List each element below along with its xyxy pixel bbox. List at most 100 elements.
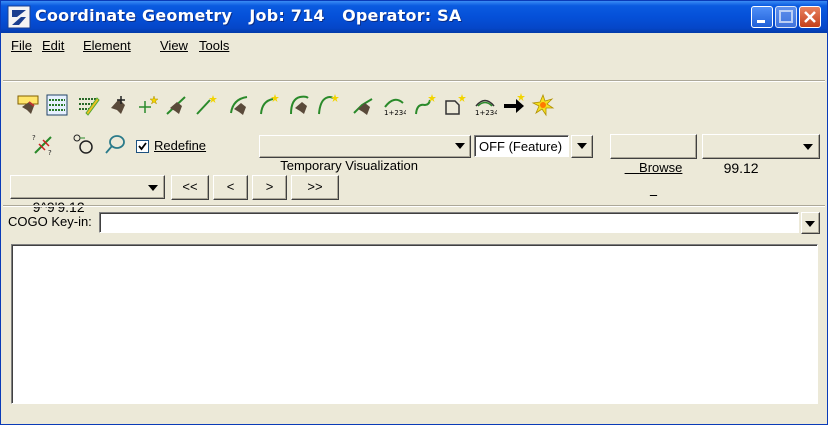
- redefine-checkbox[interactable]: [136, 140, 149, 153]
- menu-tools[interactable]: Tools: [199, 38, 229, 53]
- menu-separator: [3, 80, 825, 82]
- browse-button[interactable]: Browse: [610, 134, 697, 175]
- next-button[interactable]: >: [252, 175, 287, 200]
- locate-chain-button[interactable]: [350, 91, 377, 118]
- add-curve-button[interactable]: [254, 91, 281, 118]
- chain-station-text: 1+234: [384, 109, 406, 117]
- chevron-down-icon: [805, 221, 815, 227]
- chevron-down-icon: [148, 185, 158, 191]
- row-separator: [3, 205, 825, 207]
- add-line-icon: [195, 94, 217, 115]
- edit-point-icon: [78, 96, 100, 116]
- svg-text:?: ?: [48, 149, 52, 156]
- locate-point-icon: [110, 95, 125, 114]
- minimize-icon: [757, 20, 765, 23]
- visualization-dropdown[interactable]: Temporary Visualization: [259, 135, 471, 173]
- menu-file-label: File: [11, 38, 32, 53]
- output-area[interactable]: [11, 244, 818, 404]
- chain-stationing-button[interactable]: 1+234: [380, 91, 407, 118]
- checkmark-icon: [138, 142, 147, 151]
- menu-edit-label: Edit: [42, 38, 65, 53]
- value-field: 99.12: [723, 160, 759, 176]
- circle-points-icon: [73, 134, 93, 154]
- last-button[interactable]: >>: [291, 175, 339, 200]
- point-list-button[interactable]: [43, 91, 70, 118]
- menu-bar: File Edit Element View Tools: [3, 36, 825, 56]
- angle-value: 9^9'9.12: [32, 199, 85, 215]
- menu-element-label: Element: [83, 38, 131, 53]
- previous-button[interactable]: <: [213, 175, 248, 200]
- chevron-down-icon: [455, 143, 465, 149]
- menu-view-label: View: [160, 38, 188, 53]
- locate-spiral-button[interactable]: [286, 91, 313, 118]
- feature-value: OFF (Feature): [479, 139, 563, 154]
- edit-point-button[interactable]: [74, 91, 101, 118]
- cogo-window: Coordinate Geometry Job: 714 Operator: S…: [0, 0, 828, 425]
- add-spiral-button[interactable]: [314, 91, 341, 118]
- feature-dropdown-button[interactable]: [571, 135, 593, 158]
- close-button[interactable]: [799, 6, 821, 28]
- export-button[interactable]: [500, 91, 527, 118]
- feature-combo[interactable]: OFF (Feature): [474, 135, 569, 157]
- add-parcel-button[interactable]: [441, 91, 468, 118]
- keyin-label: COGO Key-in:: [8, 214, 92, 229]
- menu-element[interactable]: Element: [83, 38, 131, 53]
- add-curve-icon: [259, 93, 279, 114]
- locate-line-icon: [165, 95, 186, 115]
- add-parcel-icon: [444, 93, 466, 115]
- minimize-button[interactable]: [751, 6, 773, 28]
- locate-chain-icon: [352, 97, 373, 115]
- add-spiral-icon: [317, 93, 339, 114]
- add-chain-button[interactable]: [411, 91, 438, 118]
- visualization-value: Temporary Visualization: [280, 158, 418, 173]
- alignment-stationing-icon: 1+234: [475, 99, 497, 117]
- locate-curve-icon: [229, 95, 247, 115]
- first-label: <<: [182, 179, 198, 194]
- previous-label: <: [226, 179, 235, 194]
- point-list-icon: [46, 94, 67, 115]
- menu-file[interactable]: File: [11, 38, 32, 53]
- close-icon: [804, 11, 816, 23]
- window-title: Coordinate Geometry Job: 714 Operator: S…: [35, 6, 462, 25]
- menu-edit[interactable]: Edit: [42, 38, 64, 53]
- browse-label: Browse: [639, 160, 683, 175]
- locate-spiral-icon: [289, 95, 309, 114]
- export-arrow-icon: [503, 92, 525, 113]
- title-bar[interactable]: Coordinate Geometry Job: 714 Operator: S…: [1, 1, 827, 33]
- value-dropdown[interactable]: 99.12: [702, 134, 820, 176]
- maximize-icon: [779, 10, 793, 23]
- menu-tools-label: Tools: [199, 38, 230, 53]
- locate-line-button[interactable]: [162, 91, 189, 118]
- svg-text:?: ?: [32, 134, 36, 142]
- next-label: >: [265, 179, 274, 194]
- lasso-icon: [104, 134, 125, 154]
- add-chain-icon: [414, 93, 436, 114]
- store-point-icon: [17, 95, 38, 114]
- point-annotation-button[interactable]: ??: [29, 130, 56, 157]
- chevron-down-icon: [577, 143, 587, 149]
- first-button[interactable]: <<: [171, 175, 209, 200]
- keyin-input[interactable]: [99, 212, 799, 233]
- redefine-label: Redefine: [154, 138, 207, 153]
- alignment-stationing-button[interactable]: 1+234: [471, 91, 498, 118]
- circle-points-button[interactable]: [69, 130, 96, 157]
- keyin-dropdown-button[interactable]: [801, 212, 820, 234]
- menu-view[interactable]: View: [160, 38, 188, 53]
- chevron-down-icon: [803, 144, 813, 150]
- angle-dropdown[interactable]: 9^9'9.12: [10, 175, 165, 215]
- locate-point-button[interactable]: [105, 91, 132, 118]
- store-point-button[interactable]: [14, 91, 41, 118]
- app-logo-icon: [7, 5, 31, 29]
- chain-stationing-icon: 1+234: [384, 98, 406, 117]
- lasso-button[interactable]: [101, 130, 128, 157]
- locate-curve-button[interactable]: [225, 91, 252, 118]
- highlight-button[interactable]: [529, 91, 556, 118]
- last-label: >>: [307, 179, 323, 194]
- add-line-button[interactable]: [192, 91, 219, 118]
- add-point-icon: [138, 94, 159, 113]
- add-point-button[interactable]: [134, 91, 161, 118]
- alignment-station-text: 1+234: [475, 109, 497, 117]
- point-annotation-icon: ??: [32, 134, 52, 156]
- highlight-icon: [531, 93, 554, 116]
- maximize-button[interactable]: [775, 6, 797, 28]
